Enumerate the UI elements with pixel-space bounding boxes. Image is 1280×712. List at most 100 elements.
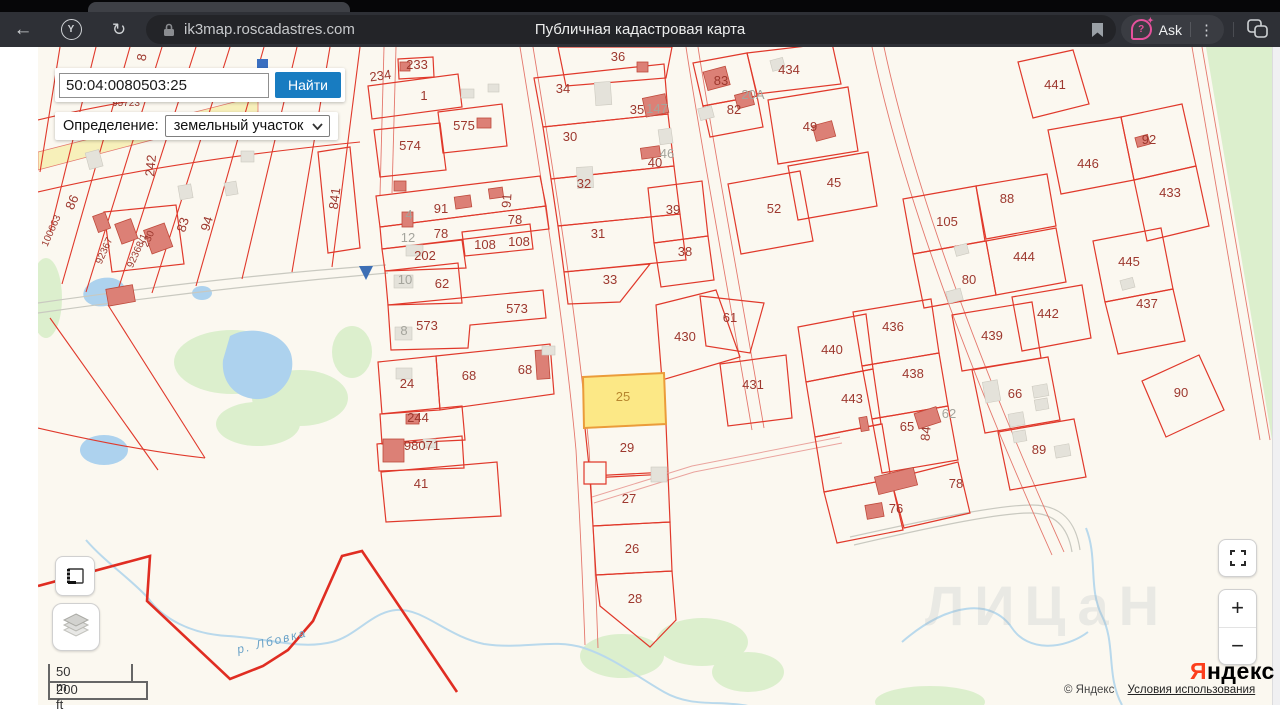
building <box>460 88 475 99</box>
divider <box>1233 22 1234 37</box>
pond <box>80 435 128 465</box>
building <box>1119 276 1136 291</box>
parcel-label: 91 <box>499 193 515 208</box>
parcel-label: 8 <box>400 323 407 338</box>
parcel-label: 244 <box>407 410 429 425</box>
yandex-icon[interactable]: Y <box>56 12 86 47</box>
parcel-label: 440 <box>821 342 843 357</box>
parcel-label: 841 <box>326 187 344 210</box>
parcel-label: 100663 <box>40 213 64 248</box>
parcel-label: 49 <box>803 119 817 134</box>
scrollbar-strip[interactable] <box>1272 47 1280 705</box>
measure-button[interactable] <box>55 556 95 596</box>
fullscreen-button[interactable] <box>1218 539 1257 577</box>
bookmark-icon[interactable] <box>1092 23 1103 42</box>
parcel-label: 434 <box>778 62 800 77</box>
forest-area <box>1206 47 1272 440</box>
parcel-label: 108 <box>508 234 530 249</box>
parcel-label: 78 <box>434 226 448 241</box>
parcel-label: 80 <box>962 272 976 287</box>
green-area <box>38 258 62 338</box>
map-canvas[interactable]: ЛИЦаНр. Лбовка95723823423315755742428418… <box>38 47 1272 705</box>
dirt-road <box>853 512 1073 553</box>
parcel-label: 94 <box>197 215 216 233</box>
parcel-label: 33 <box>603 272 617 287</box>
parcel-label: 41 <box>414 476 428 491</box>
river <box>85 539 749 705</box>
parcel-label: 441 <box>1044 77 1066 92</box>
building <box>873 466 919 496</box>
map-shape <box>387 289 547 351</box>
refresh-button[interactable]: ↻ <box>104 12 134 47</box>
parcel-label: 437 <box>1136 296 1158 311</box>
parcel-label: 573 <box>506 301 528 316</box>
parcel-label: 82 <box>727 102 741 117</box>
definition-label: Определение: <box>63 118 159 134</box>
building <box>223 180 239 197</box>
ask-label: Ask <box>1158 21 1182 38</box>
parcel-label: 76 <box>889 501 903 516</box>
page-title: Публичная кадастровая карта <box>534 21 746 38</box>
parcel-label: 439 <box>981 328 1003 343</box>
parcel-label: 92 <box>1142 132 1156 147</box>
map-shape <box>975 173 1057 240</box>
parcel-label: 68 <box>518 362 532 377</box>
browser-tab[interactable] <box>88 2 350 12</box>
parcel-label: 89 <box>1032 442 1046 457</box>
terms-link[interactable]: Условия использования <box>1128 684 1256 696</box>
parcel-label: 83 <box>714 73 728 88</box>
watermark: ЛИЦаН <box>925 574 1169 637</box>
menu-kebab-icon[interactable]: ⋮ <box>1199 21 1214 39</box>
map-shape <box>1133 165 1210 242</box>
parcel-label: 233 <box>406 57 428 72</box>
parcel-label: 45 <box>827 175 841 190</box>
parcel-label: 35 <box>630 102 644 117</box>
building <box>982 379 1002 404</box>
building <box>240 150 255 163</box>
blue-marker <box>257 59 268 68</box>
ask-button[interactable]: ? ✦ Ask ⋮ <box>1120 15 1224 44</box>
parcel-label: 242 <box>142 154 159 177</box>
parcel-label: 91 <box>434 201 448 216</box>
building <box>593 81 613 106</box>
green-area <box>712 652 784 692</box>
back-button[interactable]: ← <box>8 12 38 47</box>
lock-icon <box>163 23 175 42</box>
yandex-logo[interactable]: Яндекс <box>1190 658 1275 685</box>
parcel-label: 445 <box>1118 254 1140 269</box>
ruler-icon <box>67 568 84 584</box>
search-button[interactable]: Найти <box>275 72 341 98</box>
parcel-label: 83 <box>173 216 192 234</box>
search-input[interactable] <box>59 72 269 98</box>
building <box>697 105 715 121</box>
green-area <box>332 326 372 378</box>
fullscreen-icon <box>1229 550 1246 566</box>
building <box>858 415 870 433</box>
building <box>453 194 473 210</box>
scale-feet: 200 ft <box>56 682 78 712</box>
parcel-label: 202 <box>414 248 436 263</box>
layers-button[interactable] <box>52 603 100 651</box>
parcel-label: 92367 <box>94 236 116 266</box>
parcel-label: 52 <box>767 201 781 216</box>
parcel-label: 34 <box>556 81 570 96</box>
building <box>476 117 492 129</box>
parcel-label: 62 <box>435 276 449 291</box>
building <box>1011 429 1028 444</box>
zoom-in-button[interactable]: + <box>1219 590 1256 628</box>
parcel-label: 86 <box>62 193 82 212</box>
parcel-label: 436 <box>882 319 904 334</box>
building <box>1053 443 1072 459</box>
definition-select[interactable]: земельный участок <box>164 115 331 137</box>
parcel-label: 30 <box>563 129 577 144</box>
parcel-label: 234 <box>369 67 393 85</box>
parcel-label: 20А <box>741 87 764 102</box>
parcel-label: 105 <box>936 214 958 229</box>
side-panels-icon[interactable] <box>1246 18 1268 43</box>
map-shape <box>380 461 502 523</box>
parcel-label: 88 <box>1000 191 1014 206</box>
parcel-label: 12 <box>401 230 415 245</box>
parcel-label: 574 <box>399 138 421 153</box>
parcel-label: 24 <box>400 376 414 391</box>
parcel-label: 444 <box>1013 249 1035 264</box>
